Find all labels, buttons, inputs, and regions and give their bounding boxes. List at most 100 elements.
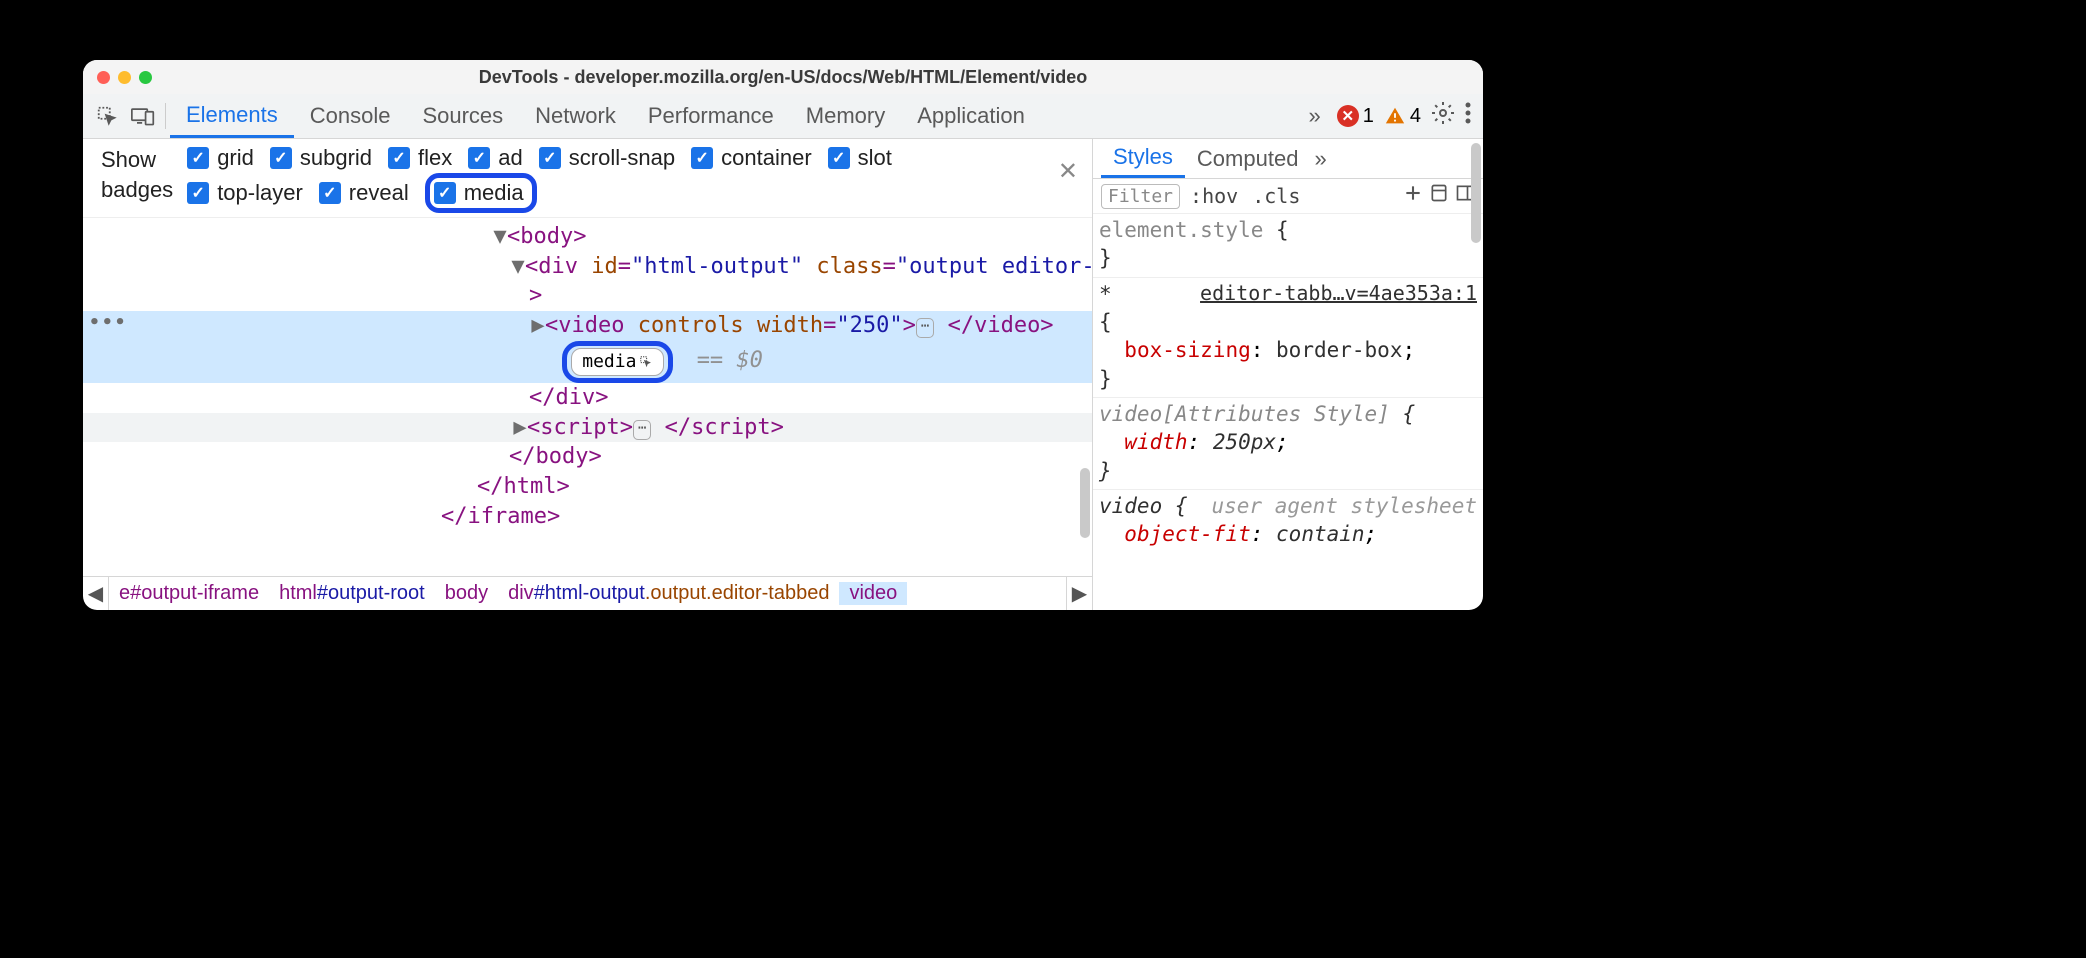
expand-arrow-icon[interactable]: ▼	[511, 252, 525, 282]
badge-subgrid[interactable]: subgrid	[270, 145, 372, 171]
checkbox-icon	[187, 147, 209, 169]
dom-selected-node[interactable]: ••• ▶<video controls width="250">⋯ </vid…	[83, 311, 1092, 383]
badge-top-layer[interactable]: top-layer	[187, 180, 303, 206]
minimize-window-button[interactable]	[118, 71, 131, 84]
checkbox-icon	[388, 147, 410, 169]
badge-reveal[interactable]: reveal	[319, 180, 409, 206]
styles-pane: Styles Computed » Filter :hov .cls eleme…	[1093, 139, 1483, 610]
checkbox-icon	[319, 182, 341, 204]
more-tabs-icon[interactable]: »	[1303, 103, 1327, 129]
content-area: Show badges grid subgrid flex ad scroll-…	[83, 139, 1483, 610]
dom-line-iframe-close[interactable]: </iframe>	[83, 502, 1092, 532]
dom-line-body[interactable]: ▼<body>	[83, 222, 1092, 252]
more-options-icon[interactable]	[1465, 102, 1471, 130]
rule-element-style[interactable]: element.style { }	[1093, 214, 1483, 278]
breadcrumb-div[interactable]: div#html-output.output.editor-tabbed	[498, 582, 839, 605]
expand-arrow-icon[interactable]: ▼	[493, 222, 507, 252]
dom-line-div-close[interactable]: </div>	[83, 383, 1092, 413]
badge-container[interactable]: container	[691, 145, 812, 171]
cls-button[interactable]: .cls	[1248, 184, 1304, 208]
scrollbar-thumb[interactable]	[1471, 143, 1481, 243]
styles-rules[interactable]: element.style { } * editor-tabb…v=4ae353…	[1093, 214, 1483, 610]
badge-flex[interactable]: flex	[388, 145, 452, 171]
dom-tree[interactable]: ▼<body> ▼<div id="html-output" class="ou…	[83, 218, 1092, 576]
warning-icon	[1384, 105, 1406, 127]
warnings-badge[interactable]: 4	[1384, 105, 1421, 128]
badges-grid: grid subgrid flex ad scroll-snap contain…	[187, 145, 1007, 209]
dom-line-script[interactable]: ▶<script>⋯ </script>	[83, 413, 1092, 443]
devtools-window: DevTools - developer.mozilla.org/en-US/d…	[83, 60, 1483, 610]
checkbox-icon	[468, 147, 490, 169]
tab-performance[interactable]: Performance	[632, 94, 790, 138]
tab-application[interactable]: Application	[901, 94, 1041, 138]
styles-filter-input[interactable]: Filter	[1101, 184, 1180, 209]
toolbar-right: » ✕ 1 4	[1303, 101, 1478, 131]
errors-badge[interactable]: ✕ 1	[1337, 105, 1374, 128]
tab-styles[interactable]: Styles	[1101, 139, 1185, 178]
tab-computed[interactable]: Computed	[1185, 139, 1311, 178]
dom-line-div[interactable]: ▼<div id="html-output" class="output edi…	[83, 252, 1092, 282]
expand-arrow-icon[interactable]: ▶	[513, 413, 527, 443]
hov-button[interactable]: :hov	[1186, 184, 1242, 208]
tab-network[interactable]: Network	[519, 94, 632, 138]
stylesheet-link[interactable]: editor-tabb…v=4ae353a:1	[1200, 280, 1477, 307]
badge-scroll-snap[interactable]: scroll-snap	[539, 145, 675, 171]
breadcrumb-video[interactable]: video	[839, 582, 907, 605]
more-styles-tabs-icon[interactable]: »	[1314, 146, 1326, 172]
main-toolbar: Elements Console Sources Network Perform…	[83, 94, 1483, 139]
breadcrumb-iframe[interactable]: e#output-iframe	[109, 582, 269, 605]
elements-pane: Show badges grid subgrid flex ad scroll-…	[83, 139, 1093, 610]
expand-arrow-icon[interactable]: ▶	[531, 311, 545, 341]
computed-styles-icon[interactable]	[1429, 183, 1449, 209]
badge-grid[interactable]: grid	[187, 145, 254, 171]
badge-media[interactable]: media	[434, 180, 524, 206]
media-badge-highlight: media	[562, 341, 683, 383]
close-badges-icon[interactable]: ✕	[1058, 157, 1078, 186]
rule-video-ua[interactable]: video user agent stylesheet { object-fit…	[1093, 490, 1483, 553]
device-toolbar-icon[interactable]	[125, 98, 161, 134]
breadcrumb-body[interactable]: body	[435, 582, 498, 605]
breadcrumbs: ◀ e#output-iframe html#output-root body …	[83, 576, 1092, 610]
selection-dots-icon: •••	[89, 311, 128, 335]
traffic-lights	[97, 71, 152, 84]
tab-elements[interactable]: Elements	[170, 94, 294, 138]
dom-line-div-cont[interactable]: >	[83, 281, 1092, 311]
badge-ad[interactable]: ad	[468, 145, 522, 171]
errors-count: 1	[1363, 105, 1374, 128]
dom-line-html-close[interactable]: </html>	[83, 472, 1092, 502]
toolbar-separator	[165, 103, 166, 129]
checkbox-icon	[539, 147, 561, 169]
user-agent-label: user agent stylesheet	[1211, 492, 1477, 520]
maximize-window-button[interactable]	[139, 71, 152, 84]
rule-video-attrs[interactable]: video[Attributes Style] { width: 250px; …	[1093, 398, 1483, 490]
settings-icon[interactable]	[1431, 101, 1455, 131]
checkbox-icon	[828, 147, 850, 169]
ellipsis-icon[interactable]: ⋯	[916, 318, 934, 338]
styles-toolbar: Filter :hov .cls	[1093, 179, 1483, 214]
tab-console[interactable]: Console	[294, 94, 407, 138]
badge-slot[interactable]: slot	[828, 145, 892, 171]
inspect-element-icon[interactable]	[89, 98, 125, 134]
media-badge[interactable]: media	[571, 348, 664, 376]
window-title: DevTools - developer.mozilla.org/en-US/d…	[83, 67, 1483, 88]
tab-memory[interactable]: Memory	[790, 94, 901, 138]
new-style-rule-icon[interactable]	[1403, 183, 1423, 209]
checkbox-icon	[187, 182, 209, 204]
scrollbar-thumb[interactable]	[1080, 468, 1090, 538]
warnings-count: 4	[1410, 105, 1421, 128]
badges-label: Show badges	[101, 145, 173, 204]
breadcrumb-scroll-right-icon[interactable]: ▶	[1066, 577, 1092, 610]
console-ref: == $0	[697, 348, 763, 373]
close-window-button[interactable]	[97, 71, 110, 84]
breadcrumb-scroll-left-icon[interactable]: ◀	[83, 577, 109, 610]
error-icon: ✕	[1337, 105, 1359, 127]
breadcrumb-html[interactable]: html#output-root	[269, 582, 435, 605]
badges-bar: Show badges grid subgrid flex ad scroll-…	[83, 139, 1092, 218]
tab-sources[interactable]: Sources	[406, 94, 519, 138]
dom-line-body-close[interactable]: </body>	[83, 442, 1092, 472]
checkbox-icon	[691, 147, 713, 169]
ellipsis-icon[interactable]: ⋯	[633, 420, 651, 440]
checkbox-icon	[434, 182, 456, 204]
rule-universal[interactable]: * editor-tabb…v=4ae353a:1 { box-sizing: …	[1093, 278, 1483, 398]
badge-media-highlight: media	[425, 173, 537, 213]
